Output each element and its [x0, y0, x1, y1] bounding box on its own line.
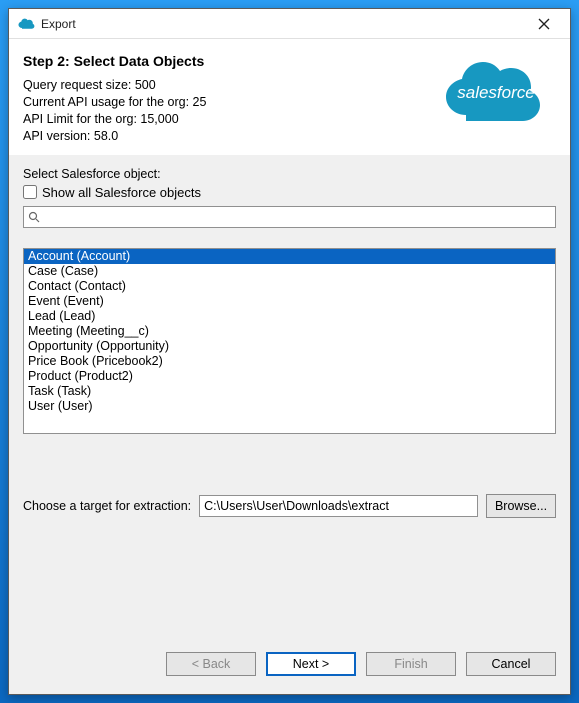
list-item[interactable]: Account (Account)	[24, 249, 555, 264]
search-icon	[28, 211, 40, 223]
salesforce-cloud-icon	[17, 17, 35, 31]
salesforce-logo: salesforce	[436, 53, 556, 133]
wizard-button-row: < Back Next > Finish Cancel	[23, 652, 556, 680]
select-object-label: Select Salesforce object:	[23, 167, 556, 181]
header-area: Step 2: Select Data Objects Query reques…	[9, 39, 570, 155]
list-item[interactable]: Task (Task)	[24, 384, 555, 399]
list-item[interactable]: Contact (Contact)	[24, 279, 555, 294]
list-item[interactable]: User (User)	[24, 399, 555, 414]
next-button[interactable]: Next >	[266, 652, 356, 676]
cancel-button[interactable]: Cancel	[466, 652, 556, 676]
list-item[interactable]: Opportunity (Opportunity)	[24, 339, 555, 354]
window-title: Export	[41, 17, 524, 31]
target-row: Choose a target for extraction: Browse..…	[23, 494, 556, 518]
browse-button[interactable]: Browse...	[486, 494, 556, 518]
list-item[interactable]: Event (Event)	[24, 294, 555, 309]
export-window: Export Step 2: Select Data Objects Query…	[8, 8, 571, 695]
target-label: Choose a target for extraction:	[23, 499, 191, 513]
list-item[interactable]: Case (Case)	[24, 264, 555, 279]
show-all-checkbox[interactable]	[23, 185, 37, 199]
search-box[interactable]	[23, 206, 556, 228]
target-path-input[interactable]	[199, 495, 478, 517]
list-item[interactable]: Product (Product2)	[24, 369, 555, 384]
show-all-label: Show all Salesforce objects	[42, 185, 201, 200]
list-item[interactable]: Price Book (Pricebook2)	[24, 354, 555, 369]
show-all-checkbox-row[interactable]: Show all Salesforce objects	[23, 185, 556, 200]
list-item[interactable]: Meeting (Meeting__c)	[24, 324, 555, 339]
back-button: < Back	[166, 652, 256, 676]
close-button[interactable]	[524, 11, 564, 37]
salesforce-logo-text: salesforce	[457, 83, 534, 102]
body-area: Select Salesforce object: Show all Sales…	[9, 155, 570, 695]
object-listbox[interactable]: Account (Account)Case (Case)Contact (Con…	[23, 248, 556, 434]
finish-button: Finish	[366, 652, 456, 676]
list-item[interactable]: Lead (Lead)	[24, 309, 555, 324]
search-input[interactable]	[44, 209, 551, 225]
close-icon	[538, 18, 550, 30]
titlebar: Export	[9, 9, 570, 39]
